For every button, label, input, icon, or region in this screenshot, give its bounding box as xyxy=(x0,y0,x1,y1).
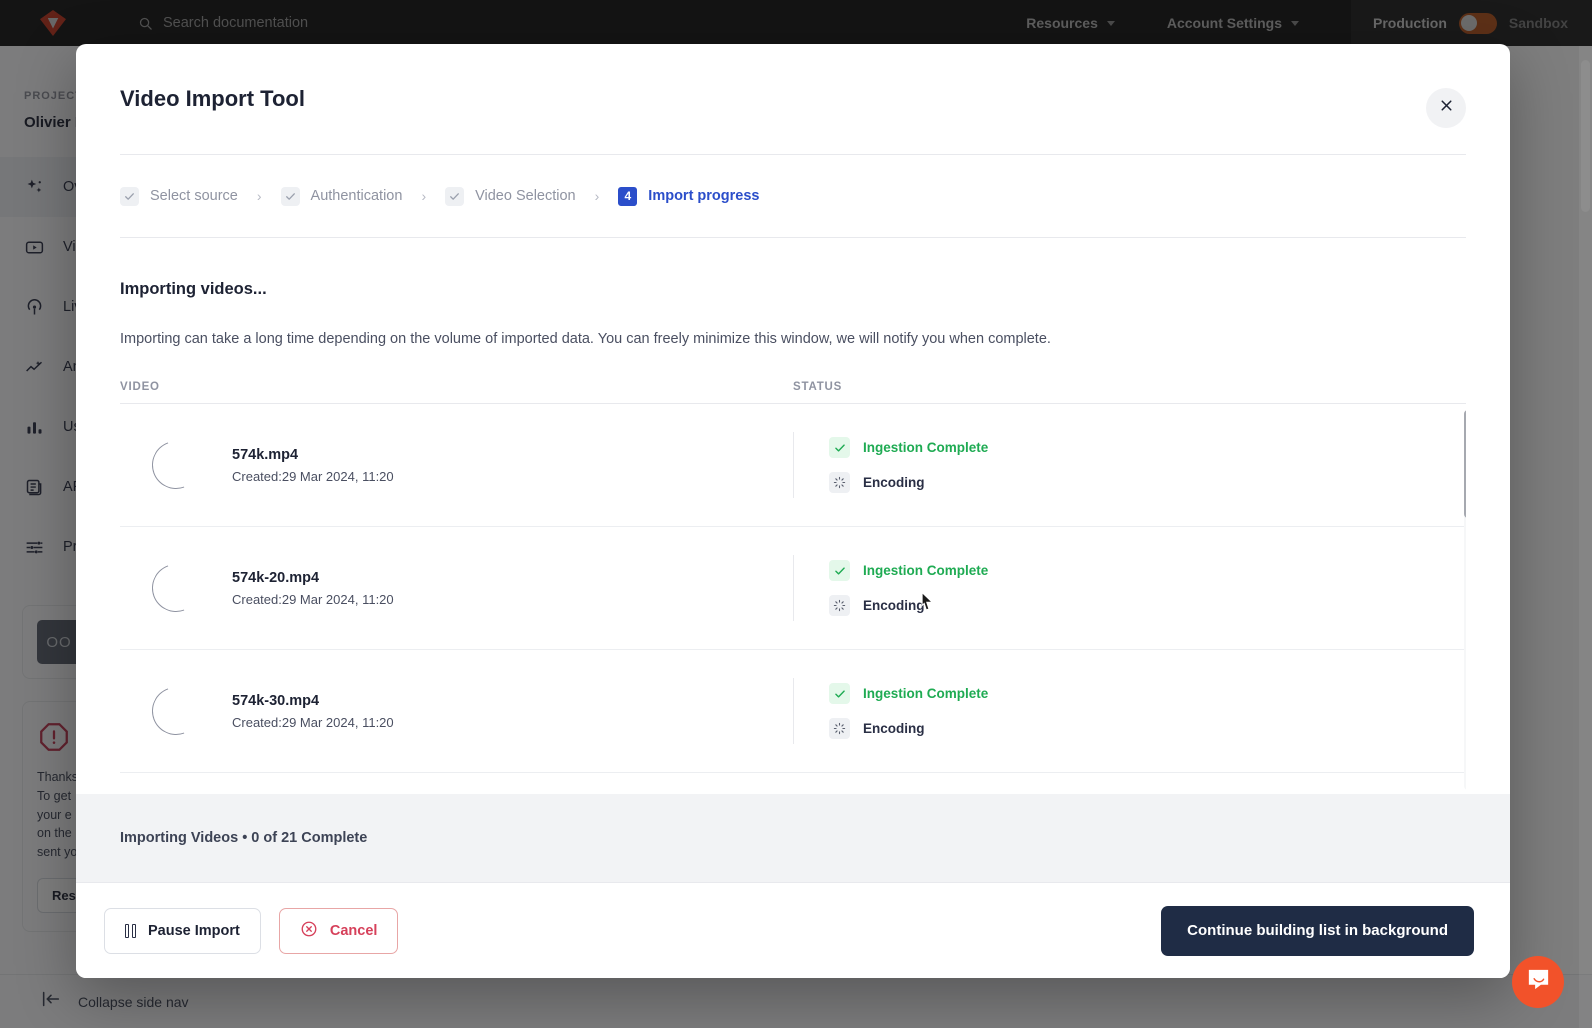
section-title: Importing videos... xyxy=(120,280,267,298)
row-status-cell: Ingestion Complete Encoding xyxy=(793,432,1466,498)
table-row[interactable]: 574k-30.mp4 Created:29 Mar 2024, 11:20 I… xyxy=(120,650,1466,773)
video-list: 574k.mp4 Created:29 Mar 2024, 11:20 Inge… xyxy=(120,404,1466,794)
status-encoding: Encoding xyxy=(829,472,1466,493)
list-scrollbar[interactable] xyxy=(1464,410,1466,790)
continue-background-button[interactable]: Continue building list in background xyxy=(1161,905,1474,956)
table-row[interactable]: 574k.mp4 Created:29 Mar 2024, 11:20 Inge… xyxy=(120,404,1466,527)
step-separator: › xyxy=(256,188,262,204)
mouse-cursor xyxy=(918,588,938,619)
status-label: Encoding xyxy=(863,721,925,736)
stepper: Select source › Authentication › Video S… xyxy=(120,155,1466,237)
cancel-button[interactable]: Cancel xyxy=(278,907,399,954)
row-video-meta: 574k-30.mp4 Created:29 Mar 2024, 11:20 xyxy=(232,693,394,730)
check-icon xyxy=(120,186,139,206)
pause-import-button[interactable]: Pause Import xyxy=(104,907,261,954)
check-icon xyxy=(829,560,850,581)
pause-import-label: Pause Import xyxy=(148,922,240,939)
video-created: Created:29 Mar 2024, 11:20 xyxy=(232,468,394,484)
check-icon xyxy=(280,186,300,206)
row-video-meta: 574k.mp4 Created:29 Mar 2024, 11:20 xyxy=(232,447,394,484)
chat-bubble-icon xyxy=(1525,966,1552,998)
status-ingestion: Ingestion Complete xyxy=(829,437,1466,458)
close-icon xyxy=(1438,97,1455,119)
stepper-container: Select source › Authentication › Video S… xyxy=(120,154,1466,238)
chat-launcher-button[interactable] xyxy=(1512,956,1564,1008)
video-created: Created:29 Mar 2024, 11:20 xyxy=(232,591,394,607)
loading-spinner-icon xyxy=(120,556,232,620)
status-label: Ingestion Complete xyxy=(863,563,989,578)
step-label: Import progress xyxy=(648,188,760,204)
import-status-bar: Importing Videos • 0 of 21 Complete xyxy=(76,794,1510,882)
modal-footer: Pause Import Cancel Continue building li… xyxy=(76,882,1510,978)
loading-spinner-icon xyxy=(120,433,232,497)
status-label: Encoding xyxy=(863,598,925,613)
section-description: Importing can take a long time depending… xyxy=(120,331,1051,347)
step-import-progress[interactable]: 4 Import progress xyxy=(618,186,760,206)
row-video-cell: 574k.mp4 Created:29 Mar 2024, 11:20 xyxy=(120,433,793,497)
modal-title: Video Import Tool xyxy=(120,86,305,111)
import-status-text: Importing Videos • 0 of 21 Complete xyxy=(120,830,368,846)
loading-spinner-icon xyxy=(829,718,850,739)
step-separator: › xyxy=(421,188,427,204)
row-video-cell: 574k-20.mp4 Created:29 Mar 2024, 11:20 xyxy=(120,556,793,620)
row-video-cell: 574k-30.mp4 Created:29 Mar 2024, 11:20 xyxy=(120,679,793,743)
cancel-circle-icon xyxy=(300,920,318,942)
step-number-badge: 4 xyxy=(618,186,638,206)
video-name: 574k.mp4 xyxy=(232,446,299,463)
screen: PROJECT: Olivier P Ov xyxy=(0,0,1592,1028)
video-import-modal: Video Import Tool Select source › Authen… xyxy=(76,44,1510,978)
step-video-selection[interactable]: Video Selection xyxy=(445,186,576,206)
status-encoding: Encoding xyxy=(829,718,1466,739)
step-separator: › xyxy=(594,188,600,204)
status-ingestion: Ingestion Complete xyxy=(829,560,1466,581)
cancel-label: Cancel xyxy=(329,922,378,939)
status-label: Ingestion Complete xyxy=(863,686,989,701)
row-status-cell: Ingestion Complete Encoding xyxy=(793,555,1466,621)
video-name: 574k-30.mp4 xyxy=(232,692,320,709)
step-select-source[interactable]: Select source xyxy=(120,186,238,206)
check-icon xyxy=(829,437,850,458)
row-video-meta: 574k-20.mp4 Created:29 Mar 2024, 11:20 xyxy=(232,570,394,607)
video-created: Created:29 Mar 2024, 11:20 xyxy=(232,714,394,730)
step-label: Select source xyxy=(150,188,238,204)
step-label: Video Selection xyxy=(475,188,576,204)
loading-spinner-icon xyxy=(829,595,850,616)
pause-icon xyxy=(125,923,136,938)
video-name: 574k-20.mp4 xyxy=(232,569,320,586)
page-scrollbar[interactable] xyxy=(1579,46,1592,1028)
modal-header: Video Import Tool xyxy=(76,44,1510,128)
status-ingestion: Ingestion Complete xyxy=(829,683,1466,704)
list-header: VIDEO STATUS xyxy=(120,381,1466,404)
check-icon xyxy=(829,683,850,704)
row-status-cell: Ingestion Complete Encoding xyxy=(793,678,1466,744)
status-label: Ingestion Complete xyxy=(863,440,989,455)
status-label: Encoding xyxy=(863,475,925,490)
loading-spinner-icon xyxy=(829,472,850,493)
close-button[interactable] xyxy=(1426,88,1466,128)
step-authentication[interactable]: Authentication xyxy=(280,186,403,206)
column-header-status: STATUS xyxy=(793,381,843,393)
table-row[interactable]: 574k-20.mp4 Created:29 Mar 2024, 11:20 I… xyxy=(120,527,1466,650)
loading-spinner-icon xyxy=(120,679,232,743)
step-label: Authentication xyxy=(310,188,403,204)
column-header-video: VIDEO xyxy=(120,381,160,393)
check-icon xyxy=(445,186,465,206)
